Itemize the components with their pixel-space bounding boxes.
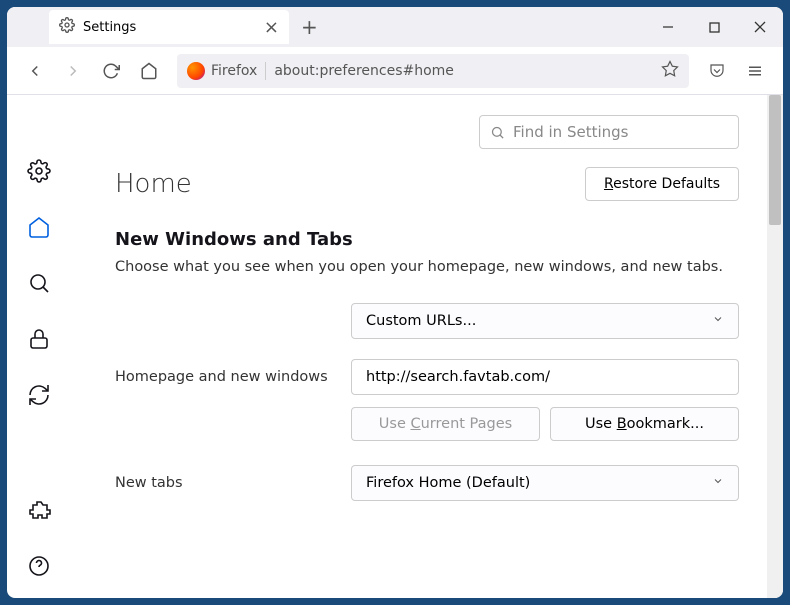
gear-icon [59, 17, 75, 37]
home-button[interactable] [133, 55, 165, 87]
homepage-url-input[interactable] [351, 359, 739, 395]
sidebar-item-sync[interactable] [23, 379, 55, 411]
window-controls [645, 7, 783, 47]
search-placeholder: Find in Settings [513, 123, 628, 141]
pocket-button[interactable] [701, 55, 733, 87]
settings-search-input[interactable]: Find in Settings [479, 115, 739, 149]
use-current-pages-button[interactable]: Use Current Pages [351, 407, 540, 441]
newtabs-row-label: New tabs [115, 475, 351, 491]
select-value: Firefox Home (Default) [366, 475, 530, 491]
tab-settings[interactable]: Settings × [49, 10, 289, 44]
select-value: Custom URLs... [366, 313, 476, 329]
bookmark-star-icon[interactable] [661, 60, 679, 82]
close-button[interactable] [737, 7, 783, 47]
maximize-button[interactable] [691, 7, 737, 47]
sidebar-item-home[interactable] [23, 211, 55, 243]
sidebar-item-search[interactable] [23, 267, 55, 299]
settings-pane: Find in Settings Home Restore Defaults N… [71, 95, 767, 598]
toolbar: Firefox about:preferences#home [7, 47, 783, 95]
use-bookmark-button[interactable]: Use Bookmark... [550, 407, 739, 441]
main: Find in Settings Home Restore Defaults N… [7, 95, 767, 598]
firefox-icon [187, 62, 205, 80]
sidebar-item-support[interactable] [23, 550, 55, 582]
site-identity[interactable]: Firefox [187, 62, 266, 80]
close-icon[interactable]: × [264, 17, 279, 38]
back-button[interactable] [19, 55, 51, 87]
content-area: Find in Settings Home Restore Defaults N… [7, 95, 783, 598]
page-title: Home [115, 169, 192, 199]
tab-title: Settings [83, 20, 136, 35]
settings-sidebar [7, 95, 71, 598]
restore-defaults-button[interactable]: Restore Defaults [585, 167, 739, 201]
identity-label: Firefox [211, 63, 257, 79]
scrollbar-thumb[interactable] [769, 95, 781, 225]
browser-window: Settings × + Firefox about:preferences#h… [7, 7, 783, 598]
tab-bar: Settings × + [7, 7, 783, 47]
sidebar-item-extensions[interactable] [23, 494, 55, 526]
chevron-down-icon [712, 475, 724, 491]
reload-button[interactable] [95, 55, 127, 87]
url-bar[interactable]: Firefox about:preferences#home [177, 54, 689, 88]
search-icon [490, 125, 505, 140]
sidebar-item-privacy[interactable] [23, 323, 55, 355]
app-menu-button[interactable] [739, 55, 771, 87]
newtabs-select[interactable]: Firefox Home (Default) [351, 465, 739, 501]
minimize-button[interactable] [645, 7, 691, 47]
sidebar-item-general[interactable] [23, 155, 55, 187]
homepage-row-label: Homepage and new windows [115, 369, 351, 385]
url-text: about:preferences#home [274, 63, 454, 79]
homepage-type-select[interactable]: Custom URLs... [351, 303, 739, 339]
forward-button[interactable] [57, 55, 89, 87]
section-title: New Windows and Tabs [115, 229, 739, 250]
new-tab-button[interactable]: + [301, 15, 318, 39]
section-desc: Choose what you see when you open your h… [115, 258, 739, 277]
chevron-down-icon [712, 313, 724, 329]
vertical-scrollbar[interactable] [767, 95, 783, 598]
